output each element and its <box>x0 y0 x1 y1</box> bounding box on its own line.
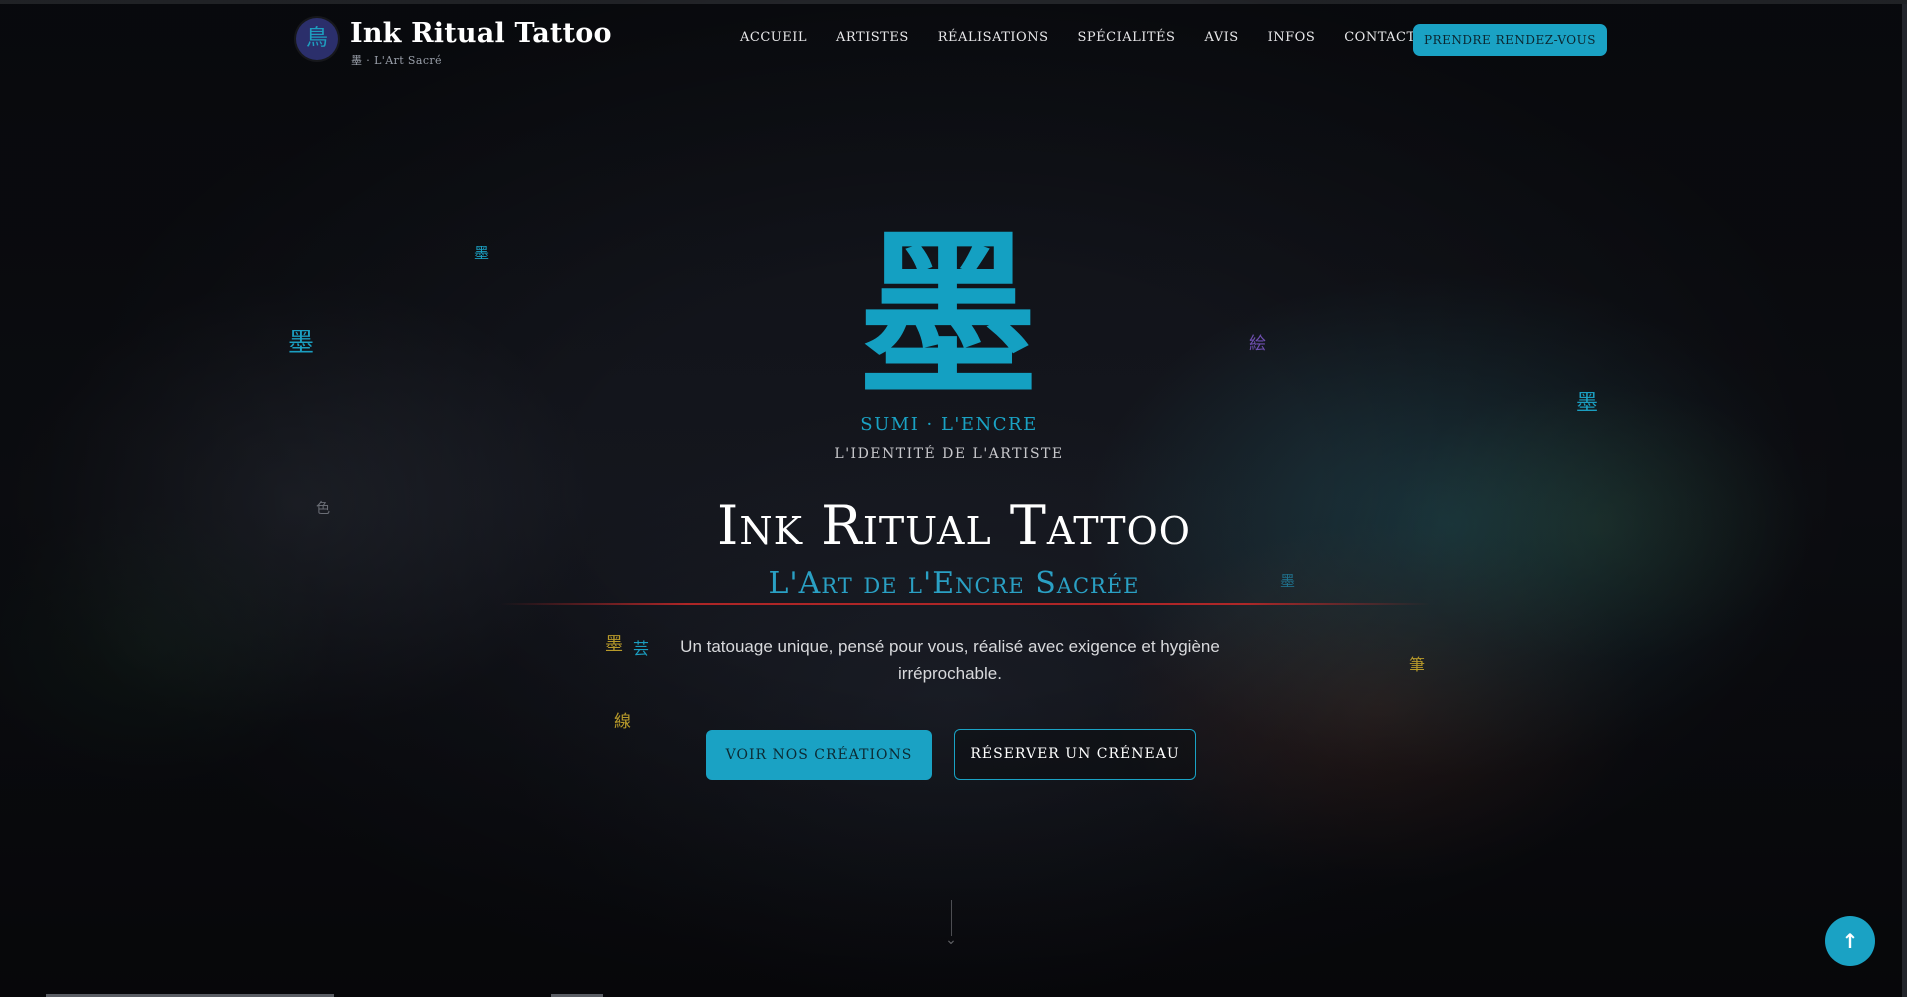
book-appointment-button[interactable]: PRENDRE RENDEZ-VOUS <box>1413 24 1607 56</box>
chevron-down-icon[interactable]: ⌄ <box>940 932 962 952</box>
floating-kanji: 線 <box>614 712 631 732</box>
sumi-kanji-emblem: 墨 <box>857 212 1038 421</box>
kanji-subcaption: L'IDENTITÉ DE L'ARTISTE <box>834 446 1064 462</box>
brand-tagline: 墨 · L'Art Sacré <box>351 54 442 67</box>
hero-subtitle: L'Art de l'Encre Sacrée <box>768 566 1140 601</box>
view-creations-button[interactable]: VOIR NOS CRÉATIONS <box>706 730 932 780</box>
floating-kanji: 墨 <box>605 634 623 655</box>
floating-kanji: 筆 <box>1409 655 1426 674</box>
hero-description: Un tatouage unique, pensé pour vous, réa… <box>680 637 1220 683</box>
scroll-indicator-line <box>951 900 952 936</box>
book-slot-button[interactable]: RÉSERVER UN CRÉNEAU <box>954 729 1196 780</box>
logo-icon[interactable]: 鳥 <box>296 18 338 60</box>
floating-kanji: 墨 <box>474 244 490 262</box>
kanji-caption: SUMI · L'ENCRE <box>860 414 1038 435</box>
main-menu: ACCUEIL ARTISTES RÉALISATIONS SPÉCIALITÉ… <box>740 30 1445 45</box>
floating-kanji: 芸 <box>633 639 650 658</box>
hero-title: Ink Ritual Tattoo <box>717 494 1191 557</box>
menu-item-artistes[interactable]: ARTISTES <box>836 30 909 45</box>
menu-item-specialites[interactable]: SPÉCIALITÉS <box>1078 30 1176 45</box>
menu-item-realisations[interactable]: RÉALISATIONS <box>938 30 1049 45</box>
brand-name[interactable]: Ink Ritual Tattoo <box>350 18 612 49</box>
hero-divider <box>500 603 1430 605</box>
menu-item-infos[interactable]: INFOS <box>1268 30 1316 45</box>
site-header: 鳥 Ink Ritual Tattoo 墨 · L'Art Sacré ACCU… <box>0 4 1907 76</box>
floating-kanji: 墨 <box>1576 391 1599 416</box>
floating-kanji: 絵 <box>1249 334 1266 354</box>
vertical-scrollbar[interactable] <box>1902 4 1907 997</box>
menu-item-avis[interactable]: AVIS <box>1204 30 1238 45</box>
arrow-up-icon[interactable]: ↑ <box>1825 916 1875 966</box>
floating-kanji: 色 <box>316 501 330 517</box>
floating-kanji: 墨 <box>288 328 315 358</box>
menu-item-contact[interactable]: CONTACT <box>1344 30 1415 45</box>
menu-item-accueil[interactable]: ACCUEIL <box>740 30 807 45</box>
